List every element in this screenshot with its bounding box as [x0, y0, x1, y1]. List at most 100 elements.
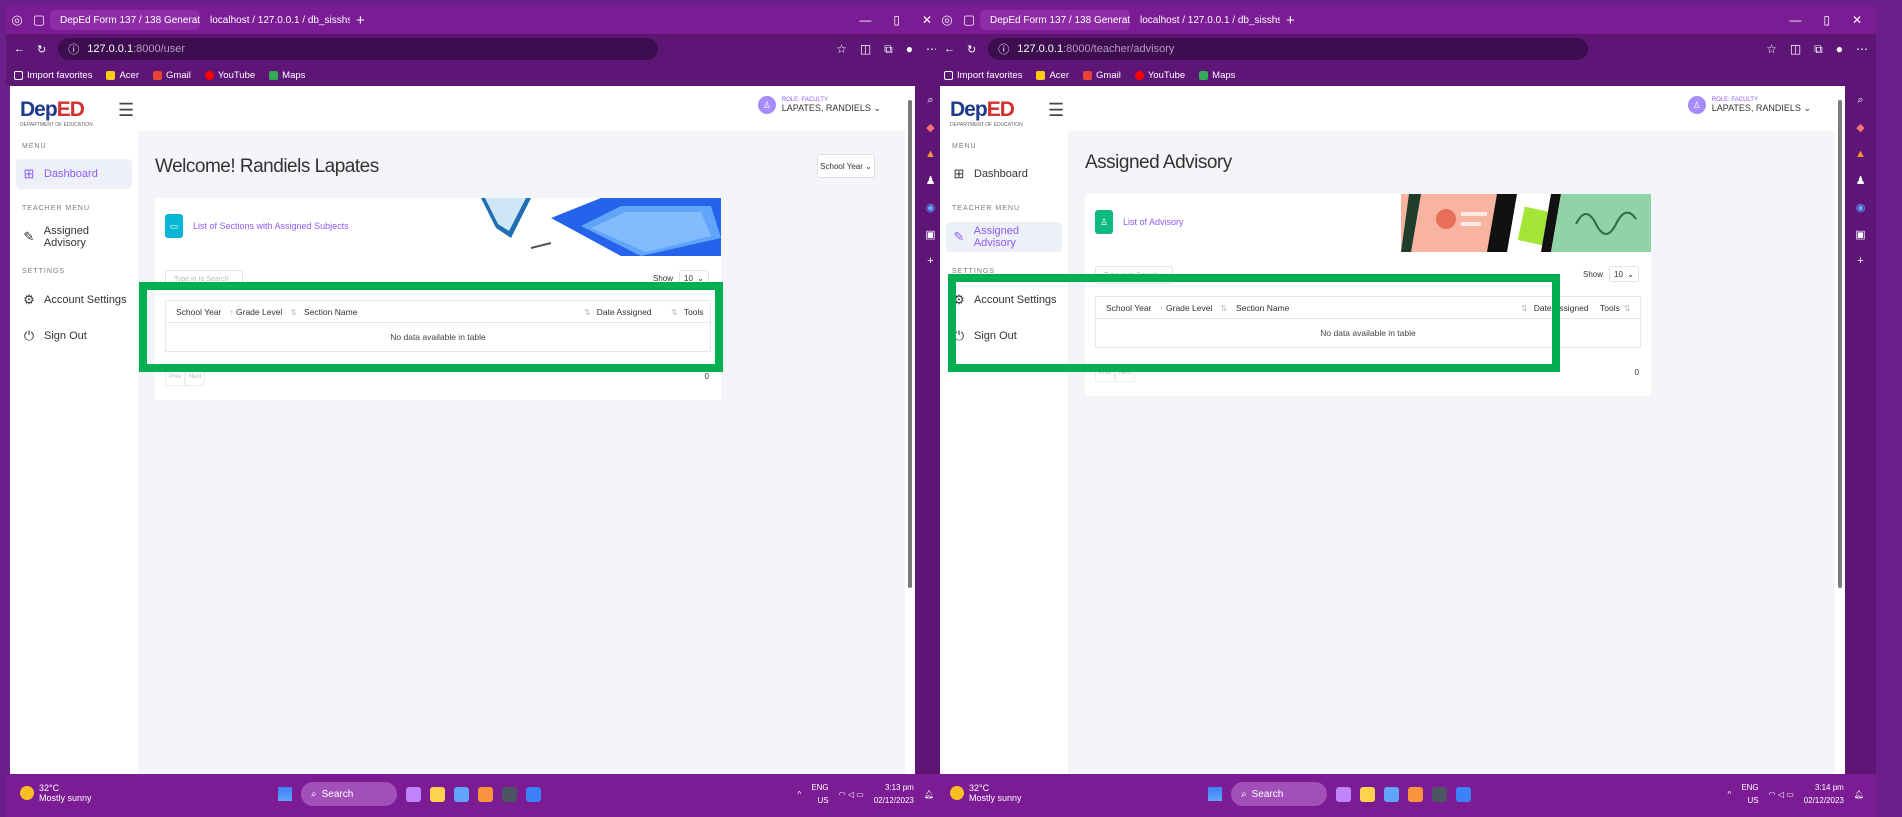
games-icon[interactable]: ♟ — [1856, 174, 1866, 187]
clock[interactable]: 3:14 pm 02/12/2023 — [1804, 781, 1844, 807]
language-indicator[interactable]: ENG US — [811, 781, 828, 807]
chevron-up-icon[interactable]: ^ — [1728, 790, 1732, 799]
tab-deped-form[interactable]: DepEd Form 137 / 138 Generato ✕ — [50, 10, 200, 30]
weather-widget[interactable]: 32°C Mostly sunny — [950, 783, 1022, 803]
wifi-volume-battery-icon[interactable]: ◠ ◁ ▭ — [1769, 790, 1794, 799]
office-icon[interactable]: ◉ — [926, 201, 936, 214]
favorites-icon[interactable]: ☆ — [1766, 42, 1777, 57]
url-field[interactable]: ⓘ 127.0.0.1:8000/user — [58, 38, 659, 60]
copilot-icon[interactable]: ◎ — [6, 12, 28, 28]
app-icon[interactable] — [1336, 786, 1351, 802]
restore-icon[interactable]: ▯ — [1823, 13, 1830, 27]
taskbar-search[interactable]: ⌕ Search — [301, 782, 397, 806]
tab-actions-icon[interactable]: ▢ — [958, 12, 980, 28]
collections-icon[interactable]: ⧉ — [1814, 42, 1823, 57]
add-icon[interactable]: + — [1857, 255, 1863, 267]
favorites-icon[interactable]: ☆ — [836, 42, 847, 57]
chevron-up-icon[interactable]: ^ — [798, 790, 802, 799]
info-icon[interactable]: ⓘ — [998, 41, 1009, 57]
shopping-icon[interactable]: ◆ — [926, 121, 934, 134]
close-window-icon[interactable]: ✕ — [1852, 13, 1862, 27]
collections-icon[interactable]: ⧉ — [884, 42, 893, 57]
windows-start-icon[interactable] — [1208, 787, 1222, 801]
bookmark-youtube[interactable]: YouTube — [204, 70, 255, 81]
info-icon[interactable]: ⓘ — [68, 41, 79, 57]
vscode-icon[interactable] — [1456, 786, 1471, 802]
taskbar-search[interactable]: ⌕ Search — [1231, 782, 1327, 806]
edge-icon[interactable] — [1384, 786, 1399, 802]
user-menu[interactable]: ♙ ROLE: FACULTY LAPATES, RANDIELS ⌄ — [1687, 96, 1811, 114]
sidebar-item-account-settings[interactable]: ⚙ Account Settings — [16, 285, 132, 315]
outlook-icon[interactable]: ▣ — [1855, 228, 1865, 241]
bookmark-maps[interactable]: Maps — [1199, 70, 1235, 81]
language-indicator[interactable]: ENG US — [1741, 781, 1758, 807]
tab-actions-icon[interactable]: ▢ — [28, 12, 50, 28]
scrollbar-thumb[interactable] — [908, 100, 912, 588]
hamburger-menu-icon[interactable]: ☰ — [1048, 100, 1064, 121]
profile-icon[interactable]: ● — [1836, 42, 1843, 57]
shopping-icon[interactable]: ◆ — [1856, 121, 1864, 134]
col-tools[interactable]: Tools ⇅ — [1600, 303, 1631, 313]
back-icon[interactable]: ← — [944, 43, 955, 55]
games-icon[interactable]: ♟ — [926, 174, 936, 187]
notification-bell-icon[interactable]: 🔔︎ — [924, 790, 934, 799]
search-icon[interactable]: ⌕ — [1857, 94, 1863, 107]
file-explorer-icon[interactable] — [1360, 786, 1375, 802]
windows-start-icon[interactable] — [278, 787, 292, 801]
sidebar-item-sign-out[interactable]: ⏻ Sign Out — [16, 321, 132, 351]
terminal-icon[interactable] — [502, 786, 517, 802]
sidebar-item-assigned-advisory[interactable]: ✎ Assigned Advisory — [16, 222, 132, 252]
bookmark-gmail[interactable]: Gmail — [1083, 70, 1121, 81]
scrollbar-thumb[interactable] — [1838, 100, 1842, 588]
xampp-icon[interactable] — [478, 786, 493, 802]
back-icon[interactable]: ← — [14, 43, 25, 55]
url-field[interactable]: ⓘ 127.0.0.1:8000/teacher/advisory — [988, 38, 1589, 60]
close-window-icon[interactable]: ✕ — [922, 13, 932, 27]
outlook-icon[interactable]: ▣ — [925, 228, 935, 241]
minimize-icon[interactable]: — — [859, 13, 871, 27]
xampp-icon[interactable] — [1408, 786, 1423, 802]
clock[interactable]: 3:13 pm 02/12/2023 — [874, 781, 914, 807]
tools-icon[interactable]: ▲ — [1855, 148, 1866, 160]
sidebar-item-dashboard[interactable]: ⊞ Dashboard — [16, 159, 132, 189]
copilot-icon[interactable]: ◎ — [936, 12, 958, 28]
tab-phpmyadmin[interactable]: localhost / 127.0.0.1 / db_sisshs ✕ — [200, 10, 350, 30]
school-year-dropdown[interactable]: School Year ⌄ — [817, 154, 875, 178]
app-icon[interactable] — [406, 786, 421, 802]
hamburger-menu-icon[interactable]: ☰ — [118, 100, 134, 121]
sidebar-item-assigned-advisory[interactable]: ✎ Assigned Advisory — [946, 222, 1062, 252]
vscode-icon[interactable] — [526, 786, 541, 802]
office-icon[interactable]: ◉ — [1856, 201, 1866, 214]
weather-widget[interactable]: 32°C Mostly sunny — [20, 783, 92, 803]
restore-icon[interactable]: ▯ — [893, 13, 900, 27]
bookmark-import-favorites[interactable]: Import favorites — [14, 70, 92, 81]
new-tab-button[interactable]: + — [1286, 12, 1295, 29]
more-icon[interactable]: ⋯ — [1856, 42, 1868, 57]
terminal-icon[interactable] — [1432, 786, 1447, 802]
page-size-select[interactable]: 10 ⌄ — [1609, 266, 1639, 282]
edge-icon[interactable] — [454, 786, 469, 802]
refresh-icon[interactable]: ↻ — [967, 43, 976, 56]
tab-phpmyadmin[interactable]: localhost / 127.0.0.1 / db_sisshs ✕ — [1130, 10, 1280, 30]
bookmark-gmail[interactable]: Gmail — [153, 70, 191, 81]
split-screen-icon[interactable]: ◫ — [860, 42, 871, 57]
split-screen-icon[interactable]: ◫ — [1790, 42, 1801, 57]
file-explorer-icon[interactable] — [430, 786, 445, 802]
minimize-icon[interactable]: — — [1789, 13, 1801, 27]
bookmark-import-favorites[interactable]: Import favorites — [944, 70, 1022, 81]
sidebar-item-dashboard[interactable]: ⊞ Dashboard — [946, 159, 1062, 189]
vertical-scrollbar[interactable] — [1835, 86, 1845, 774]
tab-deped-form[interactable]: DepEd Form 137 / 138 Generato ✕ — [980, 10, 1130, 30]
bookmark-youtube[interactable]: YouTube — [1134, 70, 1185, 81]
profile-icon[interactable]: ● — [906, 42, 913, 57]
search-icon[interactable]: ⌕ — [927, 94, 933, 107]
wifi-volume-battery-icon[interactable]: ◠ ◁ ▭ — [839, 790, 864, 799]
tools-icon[interactable]: ▲ — [925, 148, 936, 160]
refresh-icon[interactable]: ↻ — [37, 43, 46, 56]
add-icon[interactable]: + — [927, 255, 933, 267]
bookmark-acer[interactable]: Acer — [106, 70, 139, 81]
user-menu[interactable]: ♙ ROLE: FACULTY LAPATES, RANDIELS ⌄ — [757, 96, 881, 114]
notification-bell-icon[interactable]: 🔔︎ — [1854, 790, 1864, 799]
new-tab-button[interactable]: + — [356, 12, 365, 29]
vertical-scrollbar[interactable] — [905, 86, 915, 774]
